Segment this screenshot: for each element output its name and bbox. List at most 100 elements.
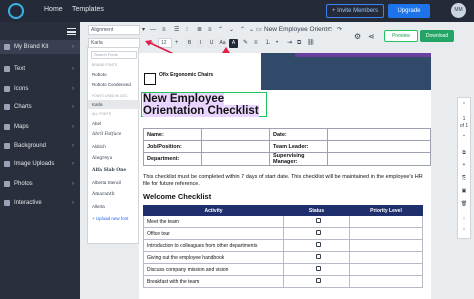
priority-cell[interactable]: [349, 215, 423, 228]
underline-button[interactable]: U: [207, 39, 216, 48]
gear-icon[interactable]: ⚙: [354, 32, 361, 42]
lock-icon[interactable]: ▣: [458, 188, 470, 194]
nav-templates[interactable]: Templates: [72, 6, 104, 13]
form-value[interactable]: [327, 140, 431, 153]
form-value[interactable]: [327, 152, 431, 166]
font-option[interactable]: Roboto: [88, 70, 140, 79]
line-spacing-icon[interactable]: ≡: [162, 25, 166, 35]
checkbox[interactable]: [315, 242, 321, 247]
checkbox[interactable]: [315, 266, 321, 271]
form-value[interactable]: [327, 128, 431, 141]
company-logo-icon[interactable]: [144, 73, 156, 85]
chevron-up-icon[interactable]: ⌃: [240, 25, 245, 35]
font-search-input[interactable]: Search Fonts: [91, 51, 137, 59]
font-size-input[interactable]: 12: [158, 38, 172, 48]
priority-cell[interactable]: [349, 251, 423, 264]
section-title[interactable]: Welcome Checklist: [143, 192, 211, 201]
priority-cell[interactable]: [349, 263, 423, 276]
align-justify-icon[interactable]: ≡: [254, 38, 258, 48]
duplicate-page-icon[interactable]: ⧉: [458, 150, 470, 156]
add-page-icon[interactable]: +: [458, 162, 470, 168]
move-up-icon[interactable]: ↑: [458, 216, 470, 222]
font-option[interactable]: Alberta Stencil: [88, 178, 140, 187]
bold-button[interactable]: B: [185, 39, 194, 48]
company-logo-text[interactable]: Ofix Ergonomic Chairs: [159, 72, 219, 78]
minus-icon[interactable]: −: [150, 38, 154, 48]
align-center-icon[interactable]: ≡: [208, 25, 212, 35]
undo-icon[interactable]: ↶: [327, 25, 332, 35]
nav-home[interactable]: Home: [44, 6, 63, 13]
sidebar-item-icons[interactable]: Icons ›: [0, 82, 80, 96]
employee-info-form[interactable]: Name: Date: Job/Position: Team Leader: D…: [143, 128, 431, 166]
unordered-list-icon[interactable]: •: [276, 38, 278, 48]
checkbox[interactable]: [315, 218, 321, 223]
align-left-icon[interactable]: ≣: [197, 25, 202, 35]
invite-members-button[interactable]: + Invite Members: [326, 4, 384, 18]
form-value[interactable]: [201, 140, 270, 153]
list-icon[interactable]: ☰: [174, 25, 179, 35]
hamburger-menu-icon[interactable]: [67, 28, 76, 35]
document-title-heading[interactable]: New Employee Orientation Checklist: [143, 93, 259, 117]
upgrade-button[interactable]: Upgrade: [388, 4, 430, 18]
checkbox[interactable]: [315, 254, 321, 259]
priority-cell[interactable]: [349, 239, 423, 252]
link-icon[interactable]: ⛓: [307, 38, 315, 48]
priority-cell[interactable]: [349, 275, 423, 288]
delete-icon[interactable]: 🗑: [458, 201, 470, 207]
copy-icon[interactable]: ⎘: [458, 175, 470, 181]
checkbox[interactable]: [315, 230, 321, 235]
chevron-right-icon: ›: [72, 86, 74, 92]
priority-cell[interactable]: [349, 227, 423, 240]
font-option[interactable]: Aldrich: [88, 142, 140, 151]
font-option[interactable]: Amaranth: [88, 190, 140, 199]
move-down-icon[interactable]: ↓: [458, 226, 470, 232]
ordered-list-icon[interactable]: ⒈: [265, 38, 271, 48]
sidebar-item-background[interactable]: Background ›: [0, 139, 80, 153]
sidebar-item-photos[interactable]: Photos ›: [0, 177, 80, 191]
font-option[interactable]: Alegreya: [88, 154, 140, 163]
bullet-list-icon[interactable]: ⁝: [186, 25, 188, 35]
app-logo-icon[interactable]: [8, 3, 24, 19]
download-button[interactable]: Download: [420, 30, 454, 42]
sidebar-item-interactive[interactable]: Interactive ›: [0, 196, 80, 210]
font-option[interactable]: Alfa Slab One: [88, 166, 140, 175]
status-cell: [283, 227, 350, 240]
form-value[interactable]: [201, 128, 270, 141]
highlight-icon[interactable]: ✎: [243, 38, 248, 48]
chevron-down-icon[interactable]: ⌄: [249, 25, 254, 35]
document-title[interactable]: New Employee Orient...: [264, 25, 333, 35]
text-transform-button[interactable]: Aa: [218, 39, 227, 48]
plus-icon[interactable]: +: [175, 38, 179, 48]
arrow-up-icon[interactable]: ⌃: [218, 25, 223, 35]
chevron-down-icon[interactable]: ⌄: [458, 132, 470, 138]
form-value[interactable]: [201, 152, 270, 166]
upload-font-link[interactable]: + Upload new font: [88, 214, 140, 223]
text-color-button[interactable]: A: [229, 39, 238, 48]
sidebar-item-brand-kit[interactable]: My Brand Kit ›: [0, 40, 80, 54]
strikethrough-icon[interactable]: —: [150, 25, 156, 35]
sidebar-item-charts[interactable]: Charts ›: [0, 100, 80, 114]
italic-button[interactable]: I: [196, 39, 205, 48]
instructions-paragraph[interactable]: This checklist must be completed within …: [143, 174, 423, 188]
chevron-up-icon[interactable]: ⌃: [458, 102, 470, 108]
office-photo[interactable]: [261, 53, 431, 90]
welcome-checklist-table[interactable]: Activity Status Priority Level Meet the …: [143, 205, 423, 288]
checkbox[interactable]: [315, 278, 321, 283]
redo-icon[interactable]: ↷: [337, 25, 342, 35]
font-option[interactable]: Abril Fatface: [88, 130, 140, 139]
font-option[interactable]: Allerta: [88, 202, 140, 211]
font-option[interactable]: Roboto Condensed: [88, 80, 140, 89]
sidebar-item-text[interactable]: Text ›: [0, 62, 80, 76]
indent-icon[interactable]: ⇥: [287, 38, 292, 48]
avatar[interactable]: MM: [451, 3, 466, 18]
copy-icon[interactable]: ⧉: [297, 38, 301, 48]
sidebar-item-image-uploads[interactable]: Image Uploads ›: [0, 157, 80, 171]
arrow-down-icon[interactable]: ⌄: [229, 25, 234, 35]
document-page[interactable]: Ofix Ergonomic Chairs New Employee Orien…: [139, 53, 431, 299]
font-option[interactable]: Abel: [88, 119, 140, 128]
alignment-select[interactable]: Alignment: [88, 25, 140, 35]
share-icon[interactable]: ⋖: [368, 32, 375, 42]
font-option-selected[interactable]: Karla: [88, 100, 140, 109]
sidebar-item-maps[interactable]: Maps ›: [0, 120, 80, 134]
preview-button[interactable]: Preview: [384, 30, 418, 42]
